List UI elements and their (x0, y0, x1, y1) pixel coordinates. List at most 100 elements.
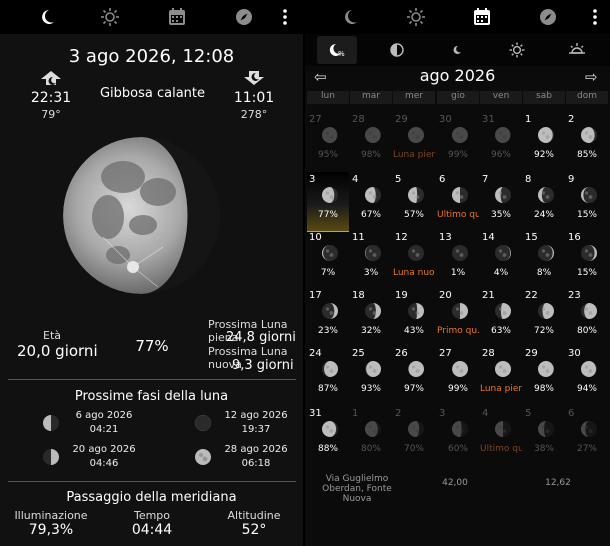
day-cell[interactable]: 7 35% (480, 172, 522, 231)
day-cell[interactable]: 17 23% (307, 288, 349, 347)
illumination-percent: 80% (576, 326, 597, 336)
compass-icon[interactable] (233, 6, 255, 28)
moon-phase-icon (494, 126, 512, 148)
age-label: Età (43, 329, 62, 342)
day-cell[interactable]: 2 70% (393, 406, 435, 465)
prev-month-button[interactable]: ⇦ (314, 68, 327, 86)
day-number: 31 (309, 408, 322, 419)
moon-phase-icon (580, 126, 598, 148)
day-cell[interactable]: 12 Luna nuo... (393, 230, 435, 289)
day-cell[interactable]: 13 1% (437, 230, 479, 289)
moon-phase-icon (407, 420, 425, 442)
day-cell[interactable]: 27 95% (307, 112, 349, 171)
day-cell[interactable]: 21 63% (480, 288, 522, 347)
weekday-5: sab (523, 91, 565, 104)
day-cell[interactable]: 27 99% (437, 346, 479, 405)
moon-crescent-tab-icon[interactable] (448, 41, 466, 59)
day-cell[interactable]: 28 98% (350, 112, 392, 171)
moon-phase-icon (407, 126, 425, 148)
day-cell[interactable]: 6 Ultimo qu... (437, 172, 479, 231)
day-cell[interactable]: 10 7% (307, 230, 349, 289)
sun-icon[interactable] (99, 6, 121, 28)
day-cell[interactable]: 15 8% (523, 230, 565, 289)
day-cell[interactable]: 16 15% (566, 230, 608, 289)
moon-phase-icon (451, 302, 469, 324)
day-cell[interactable]: 14 4% (480, 230, 522, 289)
day-cell[interactable]: 23 80% (566, 288, 608, 347)
compass-icon[interactable] (537, 6, 559, 28)
weekday-0: lun (307, 91, 349, 104)
day-cell[interactable]: 31 88% (307, 406, 349, 465)
moon-phase-icon (580, 186, 598, 208)
more-vert-icon[interactable] (590, 6, 600, 28)
illumination-percent: 1% (450, 268, 466, 278)
moon-phase-icon (364, 420, 382, 442)
meridian-alt-value: 52° (241, 522, 267, 538)
sun-icon[interactable] (405, 6, 427, 28)
weekday-3: gio (437, 91, 479, 104)
moon-phase-icon (321, 302, 339, 324)
sun-tab-icon[interactable] (508, 41, 526, 59)
moon-phase-tab-icon[interactable]: % (328, 41, 346, 59)
sunrise-tab-icon[interactable] (568, 41, 586, 59)
day-cell[interactable]: 30 94% (566, 346, 608, 405)
day-cell[interactable]: 3 77% (307, 172, 349, 232)
day-cell[interactable]: 5 38% (523, 406, 565, 465)
day-number: 17 (309, 290, 322, 301)
moon-phase-icon (494, 186, 512, 208)
day-number: 9 (568, 174, 575, 185)
day-cell[interactable]: 25 93% (350, 346, 392, 405)
calendar-icon[interactable] (471, 6, 493, 28)
weekday-1: mar (350, 91, 392, 104)
day-cell[interactable]: 4 67% (350, 172, 392, 231)
day-cell[interactable]: 29 Luna piena (393, 112, 435, 171)
next-phase-last-quarter: 6 ago 2026 04:21 (42, 410, 162, 440)
moon-phase-icon (537, 244, 555, 266)
moonset-azimuth: 278° (240, 108, 268, 121)
day-number: 14 (482, 232, 495, 243)
current-datetime: 3 ago 2026, 12:08 (68, 46, 235, 67)
day-cell[interactable]: 5 57% (393, 172, 435, 231)
next-month-button[interactable]: ⇨ (585, 68, 598, 86)
day-number: 10 (309, 232, 322, 243)
day-cell[interactable]: 1 92% (523, 112, 565, 171)
day-cell[interactable]: 24 87% (307, 346, 349, 405)
day-cell[interactable]: 22 72% (523, 288, 565, 347)
day-cell[interactable]: 8 24% (523, 172, 565, 231)
moonrise-azimuth: 79° (41, 108, 61, 121)
day-cell[interactable]: 20 Primo qu... (437, 288, 479, 347)
meridian-alt-label: Altitudine (227, 509, 281, 522)
day-number: 1 (352, 408, 359, 419)
day-number: 16 (568, 232, 581, 243)
moon-phase-icon (580, 420, 598, 442)
day-cell[interactable]: 1 80% (350, 406, 392, 465)
moon-icon[interactable] (339, 6, 361, 28)
day-cell[interactable]: 11 3% (350, 230, 392, 289)
day-cell[interactable]: 30 99% (437, 112, 479, 171)
moon-icon[interactable] (36, 6, 58, 28)
day-number: 7 (482, 174, 489, 185)
day-cell[interactable]: 19 43% (393, 288, 435, 347)
phase-date: 28 ago 2026 (224, 444, 288, 455)
day-cell[interactable]: 26 97% (393, 346, 435, 405)
day-number: 27 (309, 114, 322, 125)
moon-full-icon (194, 448, 212, 470)
day-cell[interactable]: 2 85% (566, 112, 608, 171)
moon-quarter-tab-icon[interactable] (388, 41, 406, 59)
day-cell[interactable]: 28 Luna piena (480, 346, 522, 405)
day-number: 26 (395, 348, 408, 359)
more-vert-icon[interactable] (280, 6, 290, 28)
day-cell[interactable]: 29 98% (523, 346, 565, 405)
day-cell[interactable]: 9 15% (566, 172, 608, 231)
day-cell[interactable]: 18 32% (350, 288, 392, 347)
day-cell[interactable]: 6 27% (566, 406, 608, 465)
day-cell[interactable]: 31 96% (480, 112, 522, 171)
day-cell[interactable]: 4 Ultimo quarto (480, 406, 522, 465)
moon-last-quarter-icon (42, 414, 60, 436)
day-cell[interactable]: 3 60% (437, 406, 479, 465)
illumination-percent: 85% (576, 150, 597, 160)
illumination-percent: 95% (317, 150, 338, 160)
day-number: 30 (568, 348, 581, 359)
calendar-icon[interactable] (166, 6, 188, 28)
illumination-percent: 8% (536, 268, 552, 278)
